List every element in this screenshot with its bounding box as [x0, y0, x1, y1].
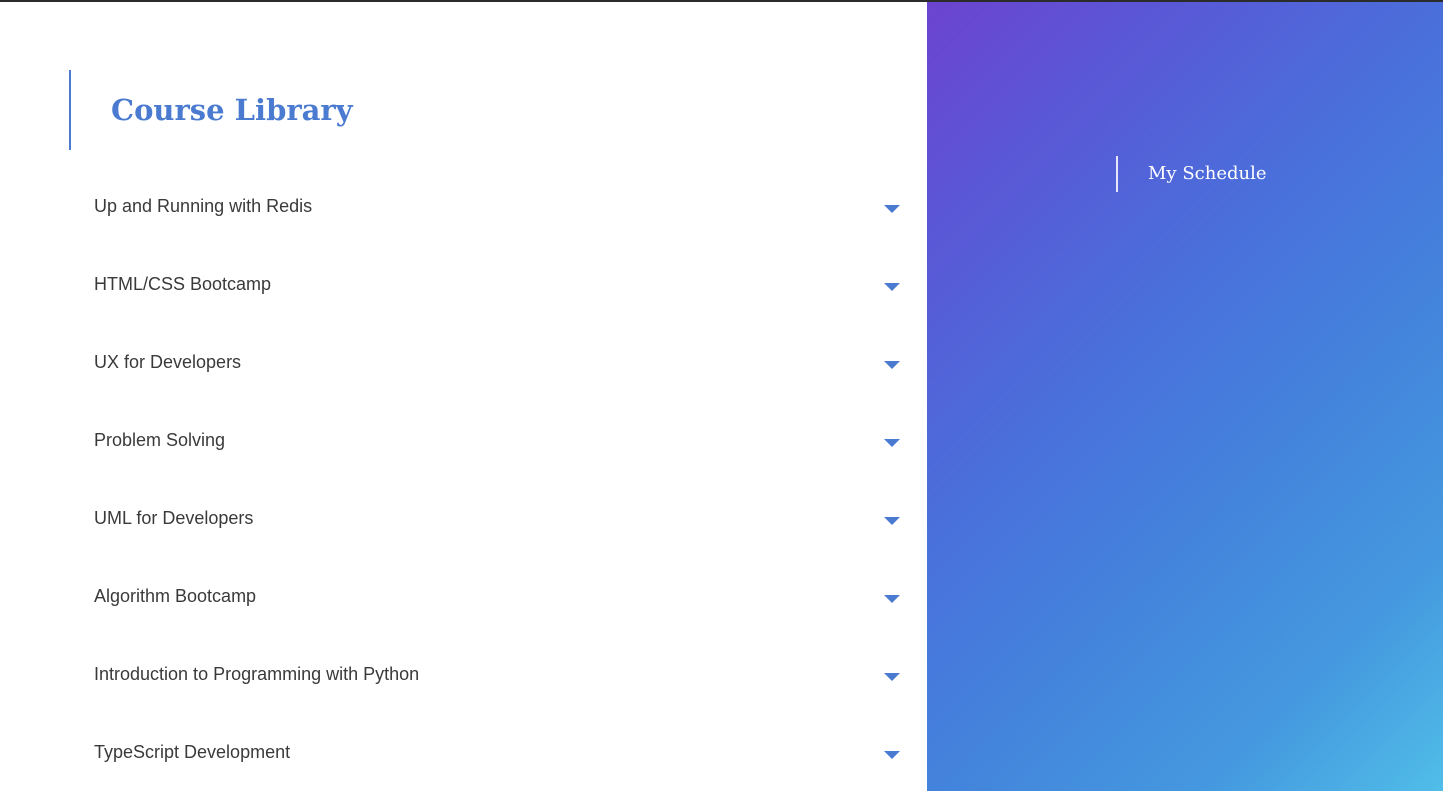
- caret-down-icon[interactable]: [884, 595, 900, 603]
- caret-down-icon[interactable]: [884, 751, 900, 759]
- course-item[interactable]: UML for Developers: [0, 481, 927, 559]
- my-schedule-link[interactable]: My Schedule: [1116, 156, 1267, 192]
- caret-down-icon[interactable]: [884, 673, 900, 681]
- caret-down-icon[interactable]: [884, 517, 900, 525]
- title-block: Course Library: [69, 70, 353, 150]
- course-label: Algorithm Bootcamp: [94, 586, 257, 606]
- course-label: HTML/CSS Bootcamp: [94, 274, 272, 294]
- course-item[interactable]: Problem Solving: [0, 403, 927, 481]
- course-item[interactable]: Algorithm Bootcamp: [0, 559, 927, 637]
- course-label: TypeScript Development: [94, 742, 291, 762]
- course-item[interactable]: UX for Developers: [0, 325, 927, 403]
- course-list: Up and Running with Redis HTML/CSS Bootc…: [0, 169, 927, 793]
- course-label: UML for Developers: [94, 508, 254, 528]
- course-item[interactable]: HTML/CSS Bootcamp: [0, 247, 927, 325]
- caret-down-icon[interactable]: [884, 283, 900, 291]
- caret-down-icon[interactable]: [884, 439, 900, 447]
- course-item[interactable]: Up and Running with Redis: [0, 169, 927, 247]
- caret-down-icon[interactable]: [884, 205, 900, 213]
- course-item[interactable]: TypeScript Development: [0, 715, 927, 793]
- schedule-panel: My Schedule: [927, 2, 1443, 791]
- caret-down-icon[interactable]: [884, 361, 900, 369]
- course-label: Up and Running with Redis: [94, 196, 313, 216]
- course-label: Problem Solving: [94, 430, 226, 450]
- page-title: Course Library: [111, 93, 353, 127]
- course-label: UX for Developers: [94, 352, 242, 372]
- course-label: Introduction to Programming with Python: [94, 664, 420, 684]
- course-library-panel: Course Library Up and Running with Redis…: [0, 2, 927, 791]
- course-item[interactable]: Introduction to Programming with Python: [0, 637, 927, 715]
